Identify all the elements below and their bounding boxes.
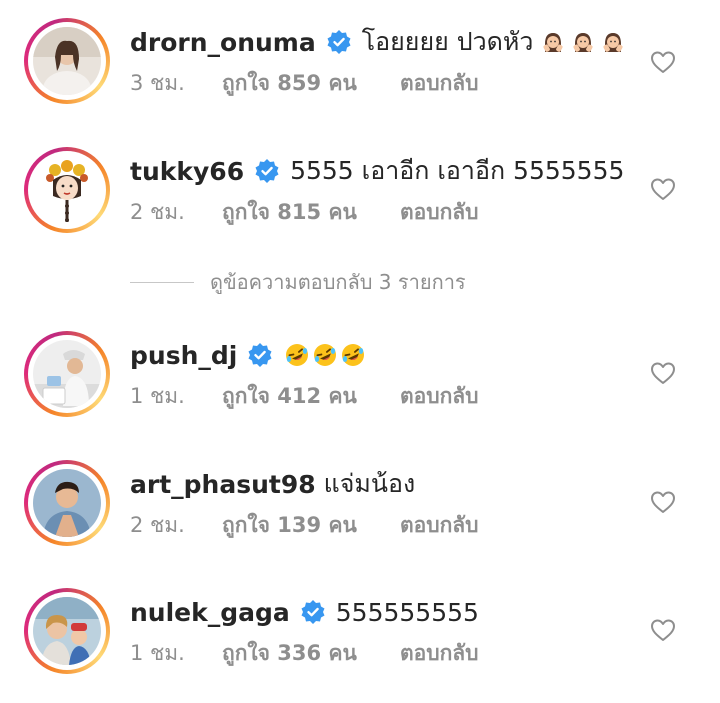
avatar <box>33 469 101 537</box>
reply-button[interactable]: ตอบกลับ <box>400 509 479 542</box>
rolling-on-floor-laughing-icon <box>285 343 309 367</box>
verified-badge-icon <box>300 599 326 625</box>
comment-timestamp: 2 ชม. <box>130 199 185 224</box>
comment-item: nulek_gaga 555555555 1 ชม. ถูกใจ 336 คน … <box>0 0 720 674</box>
avatar-photo <box>33 156 101 224</box>
username[interactable]: tukky66 <box>130 157 244 186</box>
avatar <box>33 597 101 665</box>
reply-button[interactable]: ตอบกลับ <box>400 637 479 670</box>
comment-timestamp: 2 ชม. <box>130 512 185 537</box>
like-count[interactable]: ถูกใจ 336 คน <box>222 637 400 670</box>
heart-outline-icon[interactable] <box>650 177 676 201</box>
avatar <box>33 156 101 224</box>
avatar <box>33 340 101 408</box>
avatar-photo <box>33 340 101 408</box>
heart-outline-icon[interactable] <box>650 490 676 514</box>
like-count[interactable]: ถูกใจ 815 คน <box>222 196 400 229</box>
username[interactable]: push_dj <box>130 341 237 370</box>
avatar-story-ring[interactable] <box>24 460 110 546</box>
username[interactable]: art_phasut98 <box>130 470 316 499</box>
view-replies-button[interactable]: ดูข้อความตอบกลับ 3 รายการ <box>130 266 466 298</box>
comment-text: 5555 เอาอีก เอาอีก 5555555 <box>290 156 625 185</box>
like-count[interactable]: ถูกใจ 412 คน <box>222 380 400 413</box>
verified-badge-icon <box>247 342 273 368</box>
avatar-photo <box>33 469 101 537</box>
rolling-on-floor-laughing-icon <box>313 343 337 367</box>
comment-text: แจ่มน้อง <box>323 469 416 498</box>
avatar-story-ring[interactable] <box>24 147 110 233</box>
reply-button[interactable]: ตอบกลับ <box>400 380 479 413</box>
comment-timestamp: 1 ชม. <box>130 640 185 665</box>
replies-divider <box>130 281 194 283</box>
reply-button[interactable]: ตอบกลับ <box>400 196 479 229</box>
verified-badge-icon <box>254 158 280 184</box>
comment-text: 555555555 <box>335 597 479 627</box>
avatar-photo <box>33 597 101 665</box>
heart-outline-icon[interactable] <box>650 361 676 385</box>
avatar-story-ring[interactable] <box>24 331 110 417</box>
view-replies-label: ดูข้อความตอบกลับ 3 รายการ <box>210 270 466 294</box>
comment-timestamp: 1 ชม. <box>130 383 185 408</box>
rolling-on-floor-laughing-icon <box>341 343 365 367</box>
avatar-story-ring[interactable] <box>24 588 110 674</box>
username[interactable]: nulek_gaga <box>130 598 290 627</box>
heart-outline-icon[interactable] <box>650 618 676 642</box>
like-count[interactable]: ถูกใจ 139 คน <box>222 509 400 542</box>
